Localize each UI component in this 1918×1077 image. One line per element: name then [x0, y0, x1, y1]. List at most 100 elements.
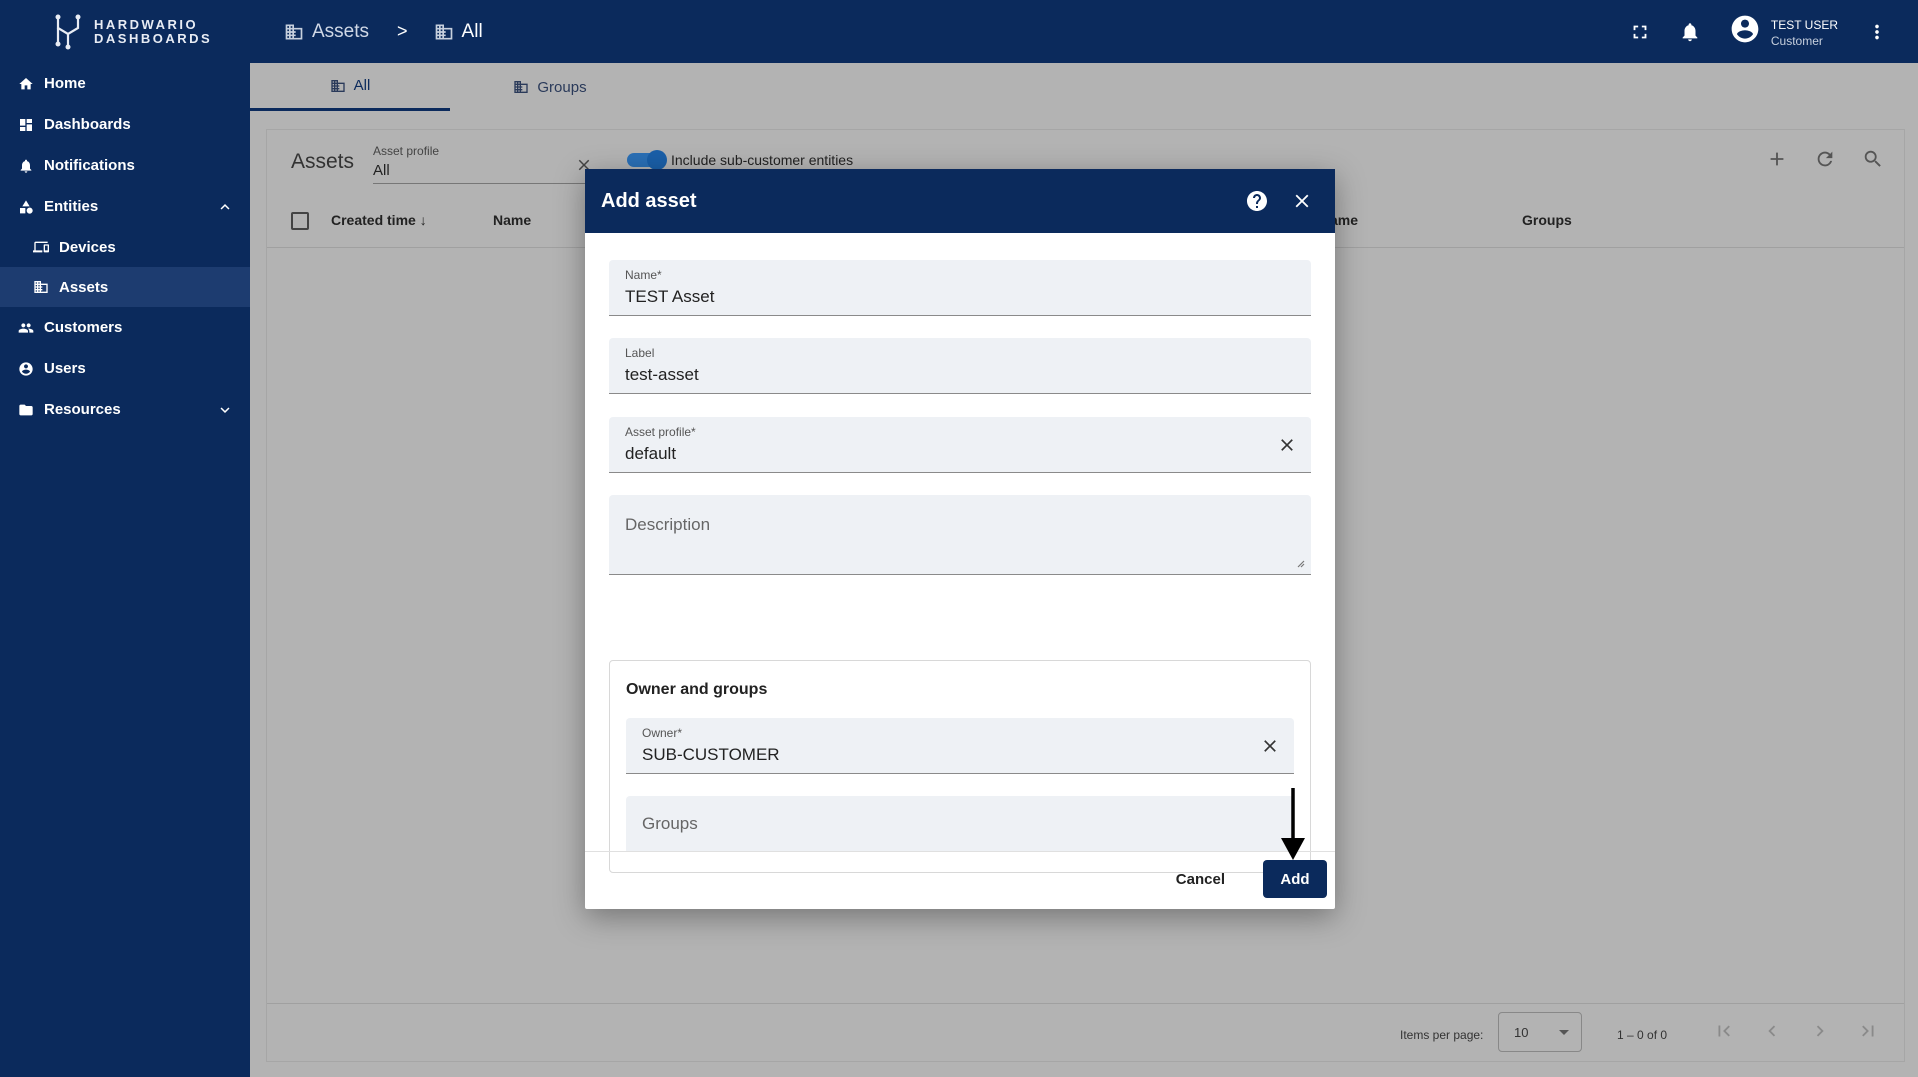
groups-field[interactable]: Groups [626, 796, 1294, 852]
asset-profile-field[interactable]: Asset profile* default [609, 417, 1311, 473]
brand-logo[interactable]: HARDWARIO DASHBOARDS [0, 0, 250, 63]
tab-label: Groups [537, 78, 587, 96]
sidebar-item-label: Customers [44, 319, 123, 336]
account-circle-icon [1731, 15, 1759, 43]
sidebar-item-devices[interactable]: Devices [0, 227, 250, 267]
search-icon[interactable] [1862, 148, 1884, 170]
sidebar-item-entities[interactable]: Entities [0, 186, 250, 227]
toggle-label: Include sub-customer entities [671, 152, 854, 168]
column-groups[interactable]: Groups [1522, 212, 1572, 228]
asset-profile-filter-value: All [373, 162, 390, 179]
add-icon[interactable] [1766, 148, 1788, 170]
chevron-right-icon[interactable] [1809, 1020, 1831, 1042]
entities-icon [20, 199, 33, 214]
sidebar-item-label: Resources [44, 401, 121, 418]
breadcrumb-assets[interactable]: Assets [312, 21, 369, 43]
devices-icon [33, 241, 49, 253]
assets-icon [34, 281, 48, 293]
dashboard-icon [20, 118, 32, 131]
tab-label: All [353, 77, 371, 94]
close-icon[interactable] [1260, 736, 1280, 756]
more-vert-icon[interactable] [1866, 21, 1888, 43]
sidebar-item-customers[interactable]: Customers [0, 307, 250, 348]
user-role: Customer [1770, 33, 1823, 48]
page-title: Assets [291, 150, 355, 173]
dropdown-caret-icon [1559, 1030, 1569, 1035]
items-per-page-value: 10 [1514, 1025, 1529, 1040]
add-button[interactable]: Add [1263, 860, 1327, 898]
sidebar-item-dashboards[interactable]: Dashboards [0, 104, 250, 145]
tab-all[interactable]: All [250, 63, 450, 111]
close-icon[interactable] [1277, 435, 1297, 455]
select-all-checkbox[interactable] [291, 212, 309, 230]
customers-icon [18, 322, 34, 333]
label-field-value[interactable]: test-asset [625, 365, 699, 385]
chevron-left-icon[interactable] [1761, 1020, 1783, 1042]
users-icon [19, 361, 33, 376]
assets-icon [330, 79, 345, 92]
sidebar-item-label: Users [44, 360, 86, 377]
user-menu[interactable]: TEST USER Customer [1729, 13, 1838, 50]
asset-profile-filter[interactable]: Asset profile All [373, 144, 593, 184]
avatar [1729, 13, 1761, 50]
home-icon [19, 77, 33, 89]
owner-groups-section: Owner and groups Owner* SUB-CUSTOMER Gro… [609, 660, 1311, 873]
sidebar-item-home[interactable]: Home [0, 63, 250, 104]
asset-profile-filter-label: Asset profile [373, 144, 440, 158]
name-field[interactable]: Name* TEST Asset [609, 260, 1311, 316]
owner-field-label: Owner* [642, 726, 683, 740]
fullscreen-icon[interactable] [1629, 21, 1651, 43]
assets-icon [435, 24, 452, 39]
name-field-label: Name* [625, 268, 662, 282]
items-per-page-label: Items per page: [1400, 1028, 1484, 1042]
sidebar-item-assets[interactable]: Assets [0, 267, 250, 307]
sidebar-item-label: Home [44, 75, 86, 92]
toggle-track [627, 150, 667, 170]
sidebar-item-notifications[interactable]: Notifications [0, 145, 250, 186]
top-actions: TEST USER Customer [1629, 0, 1888, 63]
breadcrumb: Assets > All [284, 21, 483, 43]
include-sub-customer-toggle[interactable]: Include sub-customer entities [627, 150, 854, 170]
tab-groups[interactable]: Groups [450, 63, 650, 111]
description-field[interactable]: Description [609, 495, 1311, 575]
sidebar-item-resources[interactable]: Resources [0, 389, 250, 430]
breadcrumb-all: All [461, 20, 483, 42]
top-bar: Assets > All TEST USER Customer [250, 0, 1918, 63]
asset-profile-field-label: Asset profile* [625, 425, 696, 439]
notification-bell-icon[interactable] [1679, 21, 1701, 43]
owner-field-value[interactable]: SUB-CUSTOMER [642, 745, 780, 765]
items-per-page-select[interactable]: 10 [1498, 1012, 1582, 1052]
sidebar-item-label: Notifications [44, 157, 135, 174]
chevron-down-icon[interactable] [216, 401, 234, 419]
page-navigation [1713, 1020, 1879, 1042]
paginator: Items per page: 10 1 – 0 of 0 [267, 1003, 1904, 1061]
last-page-icon[interactable] [1857, 1020, 1879, 1042]
dialog-header: Add asset [585, 169, 1335, 233]
cancel-button[interactable]: Cancel [1162, 860, 1239, 898]
label-field[interactable]: Label test-asset [609, 338, 1311, 394]
owner-field[interactable]: Owner* SUB-CUSTOMER [626, 718, 1294, 774]
breadcrumb-separator: > [397, 21, 408, 41]
brand-line-1: HARDWARIO [94, 16, 199, 32]
brand-text: HARDWARIO DASHBOARDS [94, 16, 212, 46]
sidebar-item-label: Devices [59, 238, 116, 256]
close-icon[interactable] [1291, 190, 1313, 212]
first-page-icon[interactable] [1713, 1020, 1735, 1042]
column-name[interactable]: Name [493, 212, 531, 228]
sidebar-item-label: Dashboards [44, 116, 131, 133]
user-name: TEST USER [1770, 17, 1838, 32]
resize-handle-icon[interactable] [1295, 558, 1305, 568]
folder-icon [19, 404, 33, 415]
column-created-time[interactable]: Created time ↓ [331, 212, 427, 228]
asset-profile-field-value[interactable]: default [625, 444, 676, 464]
help-icon[interactable] [1245, 189, 1269, 213]
toggle-knob [647, 150, 667, 170]
sort-arrow-down-icon: ↓ [419, 212, 427, 228]
refresh-icon[interactable] [1814, 148, 1836, 170]
name-field-value[interactable]: TEST Asset [625, 287, 714, 307]
sidebar-item-users[interactable]: Users [0, 348, 250, 389]
chevron-up-icon[interactable] [216, 198, 234, 216]
add-asset-dialog: Add asset Name* TEST Asset Label test-as… [585, 169, 1335, 909]
column-label: Created time [331, 212, 416, 228]
label-field-label: Label [625, 346, 655, 360]
